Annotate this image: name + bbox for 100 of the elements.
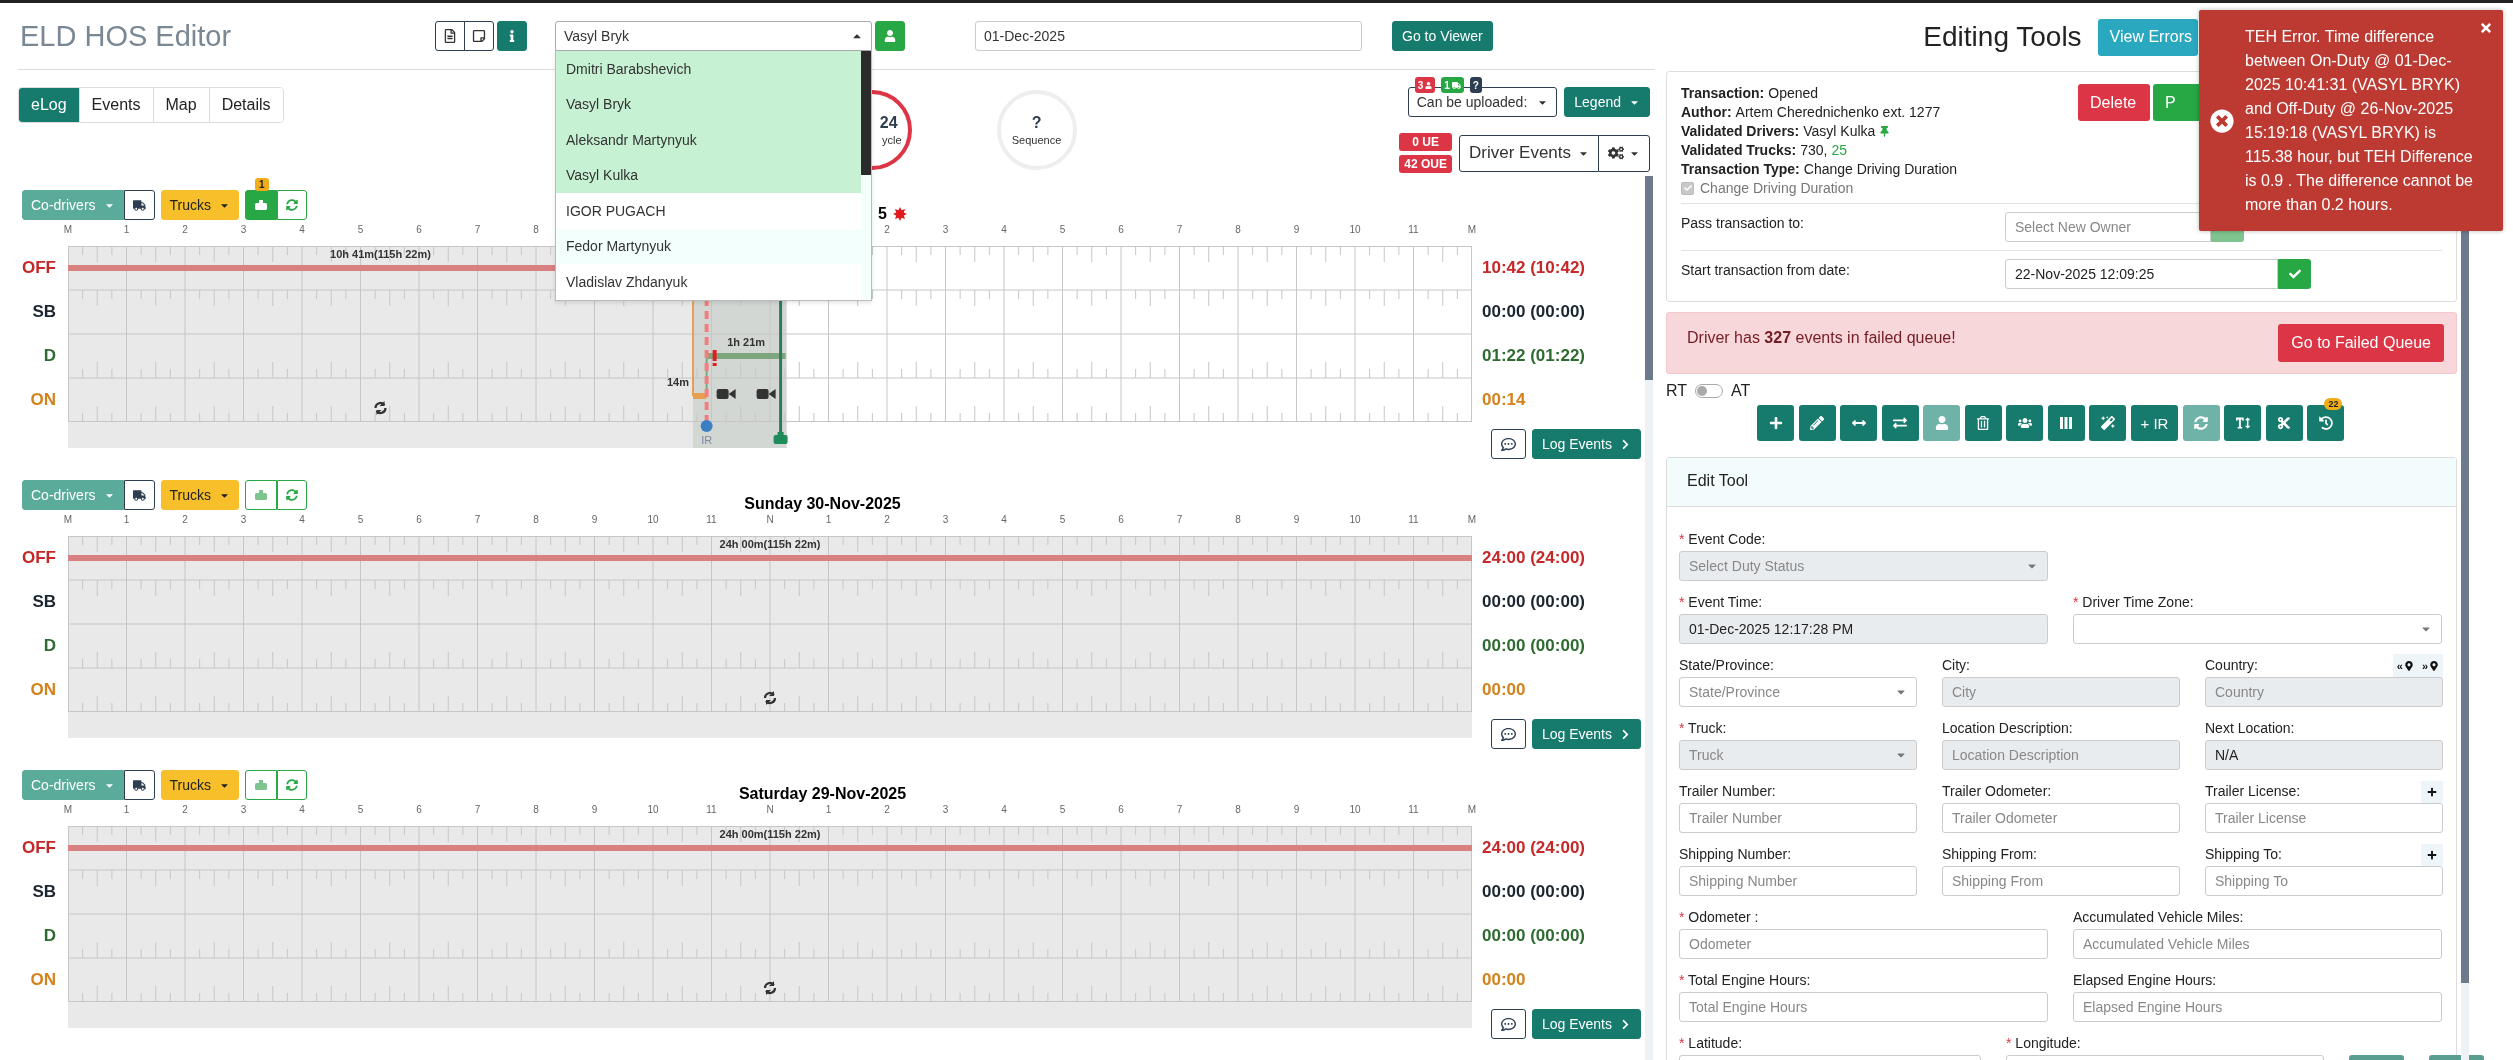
trucks-dropdown[interactable]: Trucks bbox=[160, 480, 240, 510]
field-label: Trailer Odometer: bbox=[1942, 783, 2052, 799]
legend-dropdown[interactable]: Legend bbox=[1564, 87, 1650, 117]
input-field[interactable]: Elapsed Engine Hours bbox=[2073, 992, 2442, 1022]
status-total: 00:00 (00:00) bbox=[1482, 636, 1585, 656]
hour-label: 9 bbox=[1292, 224, 1301, 237]
info-label: Transaction: bbox=[1681, 85, 1765, 101]
driver-select[interactable]: Vasyl Bryk bbox=[555, 21, 872, 51]
count-badge: 1 bbox=[255, 178, 269, 191]
hour-label: 6 bbox=[415, 224, 423, 237]
hour-label: 3 bbox=[941, 804, 950, 817]
status-total: 00:00 (00:00) bbox=[1482, 926, 1585, 946]
driver-option[interactable]: Aleksandr Martynyuk bbox=[556, 122, 861, 158]
tab[interactable]: Details bbox=[208, 88, 283, 122]
input-field[interactable]: Total Engine Hours bbox=[1679, 992, 2048, 1022]
driver-option[interactable]: Vladislav Zhdanyuk bbox=[556, 264, 861, 300]
hour-label: 7 bbox=[473, 804, 482, 817]
status-label: D bbox=[43, 926, 57, 946]
input-field[interactable]: Shipping Number bbox=[1679, 866, 1917, 896]
owner-select[interactable]: Select New Owner bbox=[2005, 212, 2211, 242]
input-field[interactable]: Shipping To bbox=[2205, 866, 2443, 896]
delete-button[interactable]: Delete bbox=[2078, 84, 2150, 121]
status-label: OFF bbox=[22, 548, 57, 568]
info-value: Artem Cherednichenko ext. 1277 bbox=[1735, 104, 1941, 120]
day-title: 5 bbox=[878, 205, 887, 223]
hour-label: 10 bbox=[646, 804, 660, 817]
status-label: ON bbox=[30, 970, 57, 990]
input-field[interactable]: Shipping From bbox=[1942, 866, 2180, 896]
date-field[interactable]: 01-Dec-2025 bbox=[975, 21, 1362, 51]
hour-label: 2 bbox=[181, 514, 189, 527]
hour-label: M bbox=[62, 804, 74, 817]
hour-label: 2 bbox=[883, 224, 891, 237]
hour-label: 9 bbox=[590, 804, 599, 817]
field-label: Start transaction from date: bbox=[1681, 261, 1851, 278]
field-label: Pass transaction to: bbox=[1681, 214, 1805, 231]
hour-label: 11 bbox=[1407, 224, 1420, 237]
driver-option[interactable]: Fedor Martynyuk bbox=[556, 228, 861, 264]
hour-label: 5 bbox=[356, 514, 365, 527]
checkbox-label: Change Driving Duration bbox=[1700, 180, 1854, 196]
input-field[interactable]: Trailer Number bbox=[1679, 803, 1917, 833]
events-dropdown[interactable]: Driver Events bbox=[1459, 134, 1599, 172]
hour-label: 9 bbox=[1292, 804, 1301, 817]
hour-label: 5 bbox=[1058, 514, 1067, 527]
day-title: Sunday 30-Nov-2025 bbox=[744, 495, 901, 513]
hour-label: 4 bbox=[1000, 804, 1008, 817]
driver-option[interactable]: Vasyl Kulka bbox=[556, 157, 861, 193]
hour-label: 10 bbox=[1348, 804, 1362, 817]
status-total: 24:00 (24:00) bbox=[1482, 838, 1585, 858]
field-label: Accumulated Vehicle Miles: bbox=[2073, 909, 2244, 925]
hour-label: 11 bbox=[705, 514, 718, 527]
input-field[interactable]: Trailer License bbox=[2205, 803, 2443, 833]
panel-title: Editing Tools bbox=[1923, 21, 2082, 53]
hour-label: 4 bbox=[298, 224, 306, 237]
go-to-viewer-button[interactable]: Go to Viewer bbox=[1392, 21, 1493, 51]
failed-queue-button[interactable]: Go to Failed Queue bbox=[2278, 324, 2444, 362]
field-label: Trailer Number: bbox=[1679, 783, 1776, 799]
duration-label: 1h 21m bbox=[727, 336, 766, 348]
log-events-button[interactable]: Log Events bbox=[1531, 429, 1641, 459]
log-events-button[interactable]: Log Events bbox=[1531, 719, 1641, 749]
trucks-dropdown[interactable]: Trucks bbox=[160, 190, 240, 220]
hour-label: 10 bbox=[1348, 514, 1362, 527]
status-total: 24:00 (24:00) bbox=[1482, 548, 1585, 568]
date-field[interactable]: 22-Nov-2025 12:09:25 bbox=[2005, 259, 2278, 289]
hour-label: 7 bbox=[1175, 514, 1184, 527]
driver-option[interactable]: Vasyl Bryk bbox=[556, 86, 861, 122]
hour-label: 9 bbox=[590, 514, 599, 527]
day-title: Saturday 29-Nov-2025 bbox=[738, 785, 907, 803]
hour-label: M bbox=[1466, 514, 1478, 527]
hour-label: 8 bbox=[1234, 224, 1242, 237]
error-badge: 42 OUE bbox=[1399, 155, 1452, 173]
gauge-label: ycle bbox=[882, 134, 902, 146]
hour-label: 11 bbox=[1407, 514, 1420, 527]
info-label: Author: bbox=[1681, 104, 1732, 120]
log-events-button[interactable]: Log Events bbox=[1531, 1009, 1641, 1039]
ir-tool-button[interactable]: + IR bbox=[2130, 405, 2179, 441]
trucks-dropdown[interactable]: Trucks bbox=[160, 770, 240, 800]
field-label: Trailer License: bbox=[2205, 783, 2301, 799]
hour-label: 4 bbox=[1000, 514, 1008, 527]
duration-label: 24h 00m(115h 22m) bbox=[719, 828, 821, 840]
duration-label: 14m bbox=[666, 376, 689, 388]
input-field[interactable]: Trailer Odometer bbox=[1942, 803, 2180, 833]
status-label: SB bbox=[32, 882, 57, 902]
page-title: ELD HOS Editor bbox=[20, 19, 233, 53]
hour-label: 6 bbox=[1117, 224, 1125, 237]
driver-option[interactable]: Dmitri Barabshevich bbox=[556, 51, 861, 87]
input-field[interactable]: Accumulated Vehicle Miles bbox=[2073, 929, 2442, 959]
hour-label: 2 bbox=[883, 514, 891, 527]
hour-label: 1 bbox=[824, 804, 833, 817]
hour-label: 5 bbox=[1058, 804, 1067, 817]
status-label: OFF bbox=[22, 838, 57, 858]
input-field[interactable]: Odometer bbox=[1679, 929, 2048, 959]
hour-label: 10 bbox=[1348, 224, 1362, 237]
select-field[interactable]: State/Province bbox=[1679, 677, 1917, 707]
status-total: 00:00 (00:00) bbox=[1482, 882, 1585, 902]
hour-label: M bbox=[62, 224, 74, 237]
tab[interactable]: eLog bbox=[19, 88, 79, 122]
hour-label: 4 bbox=[298, 514, 306, 527]
status-label: SB bbox=[32, 302, 57, 322]
hour-label: 11 bbox=[1407, 804, 1420, 817]
field-label: * Latitude: bbox=[1679, 1035, 1743, 1051]
